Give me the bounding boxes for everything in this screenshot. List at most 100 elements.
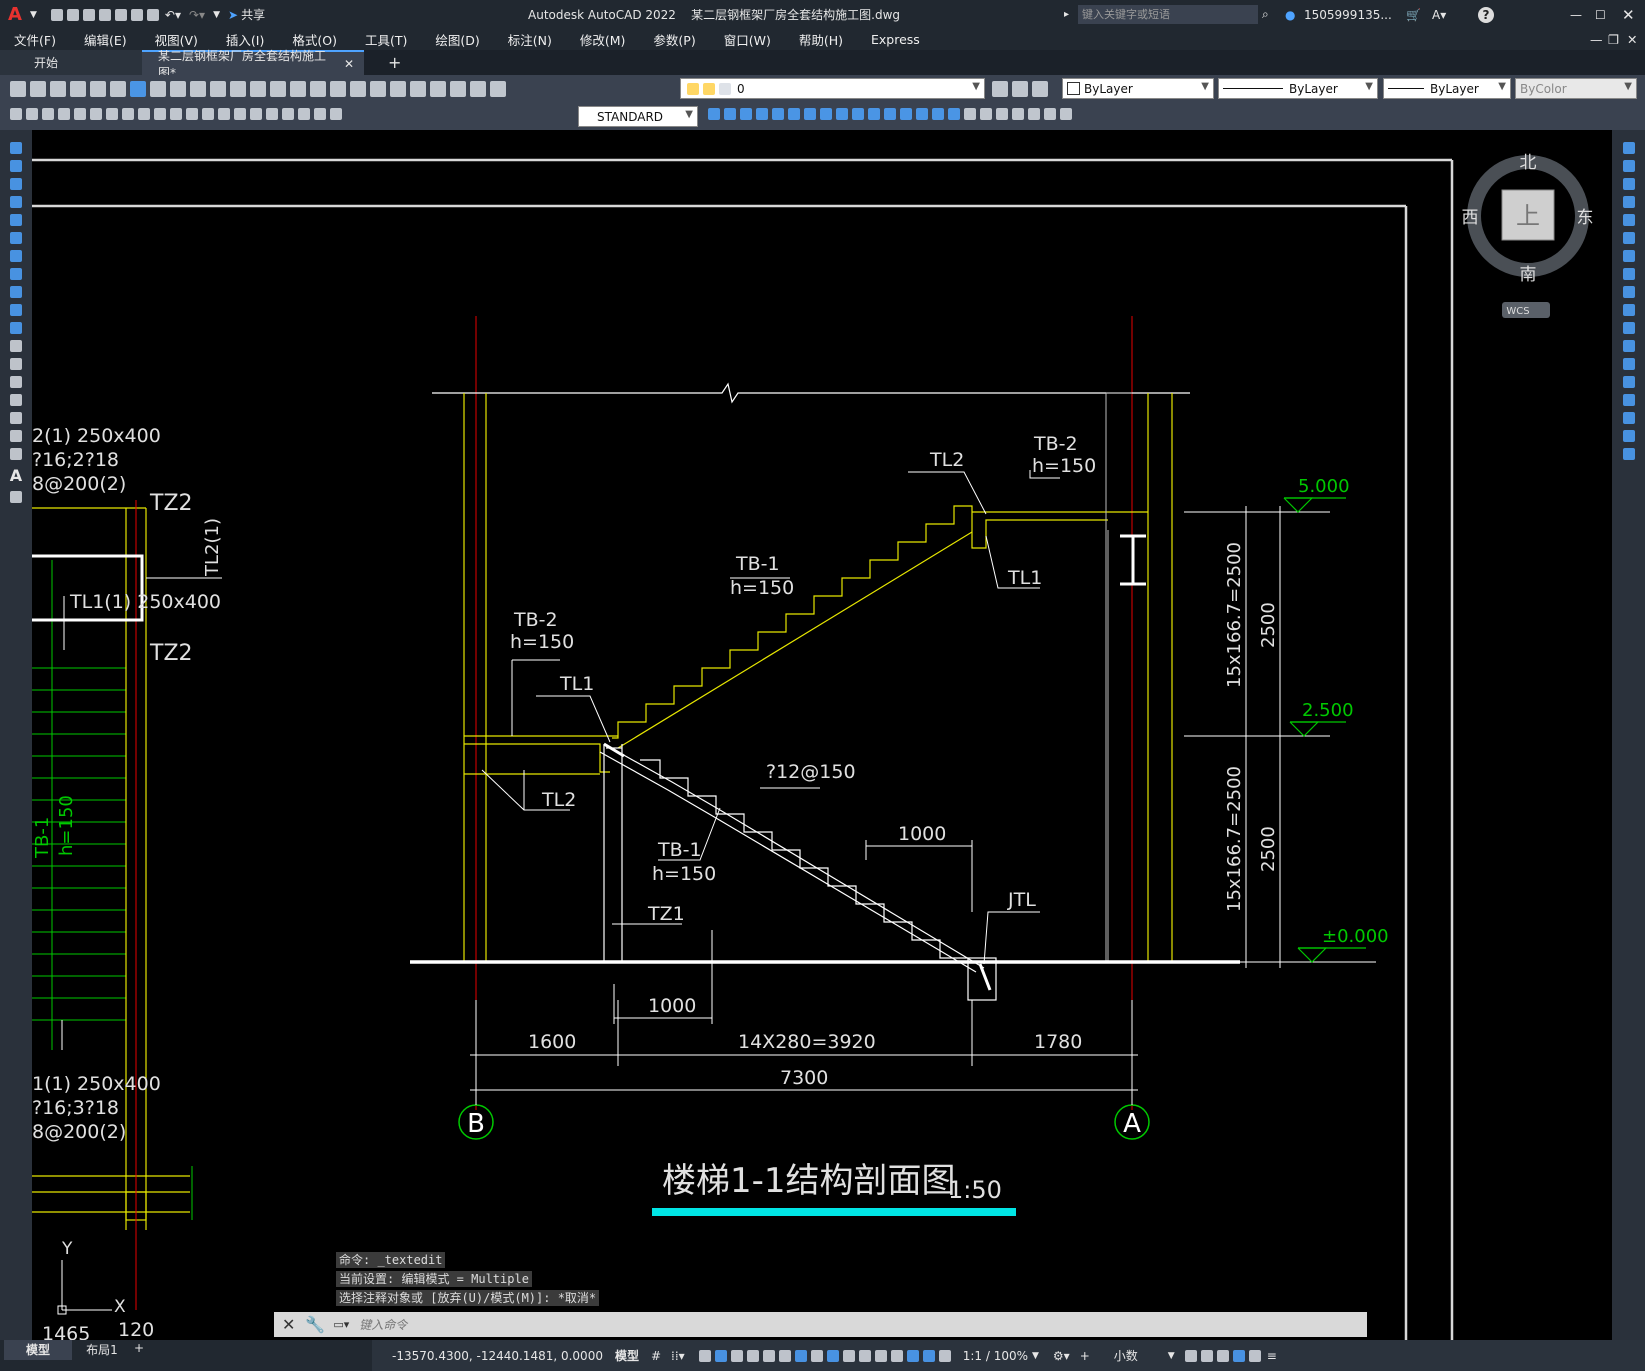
qnew-icon[interactable] (10, 81, 26, 97)
menu-tools[interactable]: 工具(T) (351, 30, 421, 49)
erase-r-icon[interactable] (1622, 142, 1635, 154)
object-snap-icon[interactable] (794, 1349, 807, 1362)
polyline-icon[interactable] (10, 178, 22, 190)
doc-minimize-icon[interactable]: — (1590, 32, 1603, 47)
sheet-set-icon[interactable] (410, 81, 426, 97)
rotate-r-icon[interactable] (1622, 250, 1635, 262)
menu-dimension[interactable]: 标注(N) (494, 30, 566, 49)
make-block-icon[interactable] (10, 358, 22, 370)
clean-screen-icon[interactable] (1248, 1349, 1261, 1362)
array-icon[interactable] (772, 108, 784, 120)
coordinates-readout[interactable]: -13570.4300, -12440.1481, 0.0000 (392, 1349, 603, 1363)
break-icon[interactable] (884, 108, 896, 120)
chamfer-icon[interactable] (916, 108, 928, 120)
center-mark-icon[interactable] (250, 108, 262, 120)
share-icon[interactable]: ➤ (228, 8, 238, 22)
hardware-acceleration-icon[interactable] (1232, 1349, 1245, 1362)
rotate-icon[interactable] (804, 108, 816, 120)
minimize-icon[interactable]: — (1570, 8, 1582, 22)
cart-icon[interactable]: 🛒 (1406, 8, 1421, 22)
hatch-edit-icon[interactable] (1044, 108, 1056, 120)
open-file-icon[interactable] (66, 8, 79, 21)
menu-window[interactable]: 窗口(W) (710, 30, 785, 49)
quick-properties-icon[interactable] (1184, 1349, 1197, 1362)
point-icon[interactable] (10, 376, 22, 388)
command-close-icon[interactable]: ✕ (282, 1315, 295, 1334)
viewcube-east[interactable]: 东 (1577, 208, 1594, 228)
undo-icon[interactable]: ↶▾ (165, 8, 181, 22)
object-snap-tracking-icon[interactable] (778, 1349, 791, 1362)
dimstyle-dropdown[interactable]: STANDARD ▼ (578, 106, 698, 127)
copy-object-icon[interactable] (724, 108, 736, 120)
menu-modify[interactable]: 修改(M) (566, 30, 640, 49)
match-prop-icon[interactable] (210, 81, 226, 97)
layer-dropdown[interactable]: 0 ▼ (680, 78, 985, 99)
menu-draw[interactable]: 绘图(D) (421, 30, 493, 49)
menu-express[interactable]: Express (857, 32, 934, 47)
group-icon[interactable] (1012, 108, 1024, 120)
dim-update-icon[interactable] (330, 108, 342, 120)
user-icon[interactable]: ● (1285, 8, 1295, 22)
menu-help[interactable]: 帮助(H) (785, 30, 857, 49)
transparency-icon[interactable] (826, 1349, 839, 1362)
explode-icon[interactable] (948, 108, 960, 120)
join-r-icon[interactable] (1622, 376, 1635, 388)
dim-jogged-icon[interactable] (106, 108, 118, 120)
help-icon[interactable]: ? (1478, 6, 1494, 23)
paste-icon[interactable] (190, 81, 206, 97)
dim-aligned-icon[interactable] (42, 108, 54, 120)
close-icon[interactable]: ✕ (1622, 6, 1635, 24)
menu-edit[interactable]: 编辑(E) (70, 30, 141, 49)
dim-edit-icon[interactable] (298, 108, 310, 120)
ortho-icon[interactable] (730, 1349, 743, 1362)
arc-icon[interactable] (10, 232, 22, 244)
dim-arc-icon[interactable] (58, 108, 70, 120)
bring-front-icon[interactable] (980, 108, 992, 120)
extend-r-icon[interactable] (1622, 322, 1635, 334)
command-prompt-icon[interactable]: ▭▾ (333, 1318, 349, 1331)
ellipse-icon[interactable] (10, 304, 22, 316)
mirror-r-icon[interactable] (1622, 178, 1635, 190)
search-input[interactable]: 键入关键字或短语 (1078, 5, 1258, 24)
isodraft-icon[interactable] (762, 1349, 775, 1362)
chamfer-r-icon[interactable] (1622, 394, 1635, 406)
layer-states-icon[interactable] (1032, 81, 1048, 97)
add-selected-icon[interactable] (10, 491, 22, 503)
scale-icon[interactable] (820, 108, 832, 120)
zoom-previous-icon[interactable] (330, 81, 346, 97)
copy-r-icon[interactable] (1622, 160, 1635, 172)
auto-scale-icon[interactable] (938, 1349, 951, 1362)
blend-r-icon[interactable] (1622, 430, 1635, 442)
mtext-icon[interactable]: A (10, 466, 22, 485)
search-expand-icon[interactable]: ▸ (1064, 9, 1069, 20)
lineweight-dropdown[interactable]: ByLayer ▼ (1383, 78, 1511, 99)
make-current-icon[interactable] (992, 81, 1008, 97)
calculator-icon[interactable] (450, 81, 466, 97)
insert-block-icon[interactable] (10, 340, 22, 352)
user-account[interactable]: 1505999135... (1304, 8, 1392, 22)
zoom-window-icon[interactable] (310, 81, 326, 97)
text-edit-icon[interactable] (1060, 108, 1072, 120)
zoom-realtime-icon[interactable] (290, 81, 306, 97)
fillet-r-icon[interactable] (1622, 412, 1635, 424)
customize-statusbar-icon[interactable]: ≡ (1267, 1349, 1277, 1363)
pan-icon[interactable] (270, 81, 286, 97)
trim-r-icon[interactable] (1622, 304, 1635, 316)
app-menu-chevron-icon[interactable]: ▼ (30, 10, 37, 20)
search-icon[interactable]: ⌕ (1262, 7, 1269, 22)
revcloud-icon[interactable] (10, 268, 22, 280)
redo-tb-icon[interactable] (250, 81, 266, 97)
polygon-icon[interactable] (10, 196, 22, 208)
model-space-button[interactable]: 模型 (615, 1347, 639, 1364)
add-layout-button[interactable]: + (134, 1341, 144, 1355)
stretch-icon[interactable] (836, 108, 848, 120)
send-back-icon[interactable] (996, 108, 1008, 120)
lock-ui-icon[interactable] (1200, 1349, 1213, 1362)
units-dropdown[interactable]: 小数 (1114, 1347, 1138, 1364)
menu-file[interactable]: 文件(F) (0, 30, 70, 49)
infer-constraints-icon[interactable] (698, 1349, 711, 1362)
dynamic-ucs-icon[interactable] (874, 1349, 887, 1362)
draw-order-icon[interactable] (964, 108, 976, 120)
save-as-icon[interactable] (98, 8, 111, 21)
line-icon[interactable] (10, 142, 22, 154)
